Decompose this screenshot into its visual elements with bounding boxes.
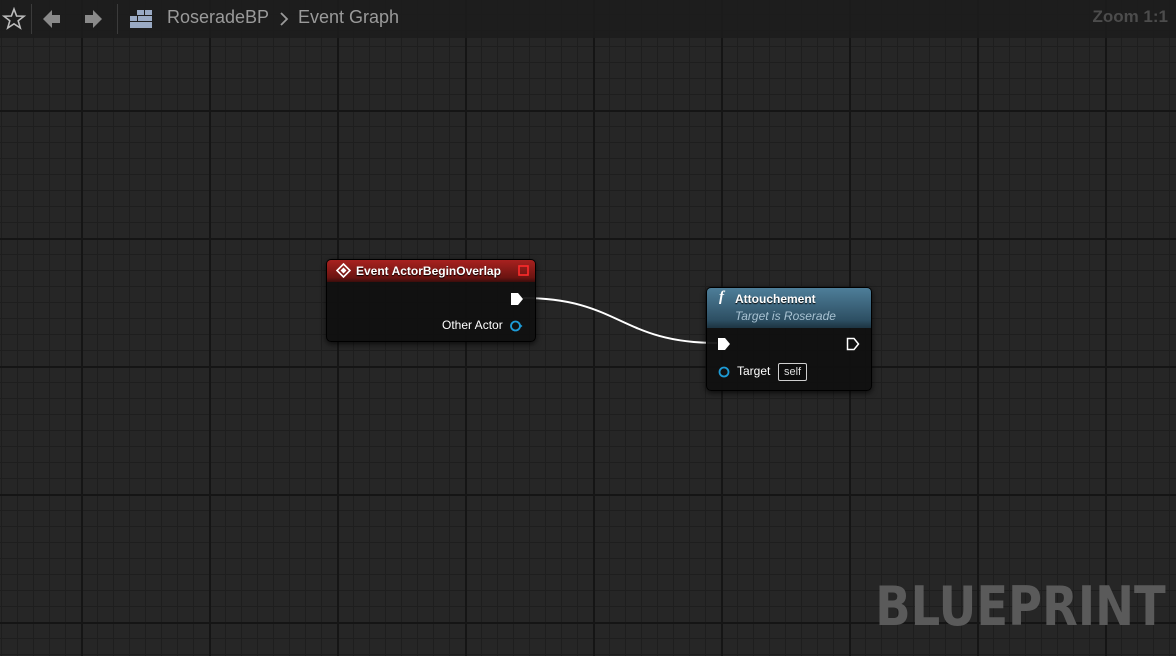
star-icon[interactable] [1,6,27,32]
function-f-icon: f [719,289,724,305]
event-diamond-icon [336,263,351,278]
other-actor-output-pin[interactable] [509,319,523,333]
delegate-pin-icon[interactable] [518,265,529,276]
target-label: Target [737,364,771,378]
function-node-title: Attouchement [735,292,816,306]
chevron-right-icon [280,12,289,26]
forward-arrow-icon[interactable] [80,6,106,32]
event-node[interactable]: Event ActorBeginOverlap Other Actor [326,259,536,342]
target-input-pin[interactable] [717,365,731,379]
blueprint-watermark: BLUEPRINT [875,575,1166,638]
toolbar-divider [117,4,118,34]
event-node-title: Event ActorBeginOverlap [356,264,501,278]
toolbar-divider [31,4,32,34]
zoom-level: Zoom 1:1 [1092,7,1168,26]
toolbar: RoseradeBP Event Graph Zoom 1:1 [0,0,1176,38]
graph-canvas[interactable] [0,0,1176,656]
blueprint-icon [130,10,152,28]
breadcrumb-current[interactable]: Event Graph [298,7,399,28]
exec-output-pin[interactable] [510,292,524,306]
exec-input-pin[interactable] [717,337,731,351]
function-node[interactable]: f Attouchement Target is Roserade Target… [706,287,872,391]
exec-output-pin[interactable] [846,337,860,351]
function-node-subtitle: Target is Roserade [735,309,836,323]
other-actor-label: Other Actor [442,318,503,332]
target-default-value[interactable]: self [778,363,808,381]
breadcrumb-root[interactable]: RoseradeBP [167,7,269,28]
back-arrow-icon[interactable] [39,6,65,32]
